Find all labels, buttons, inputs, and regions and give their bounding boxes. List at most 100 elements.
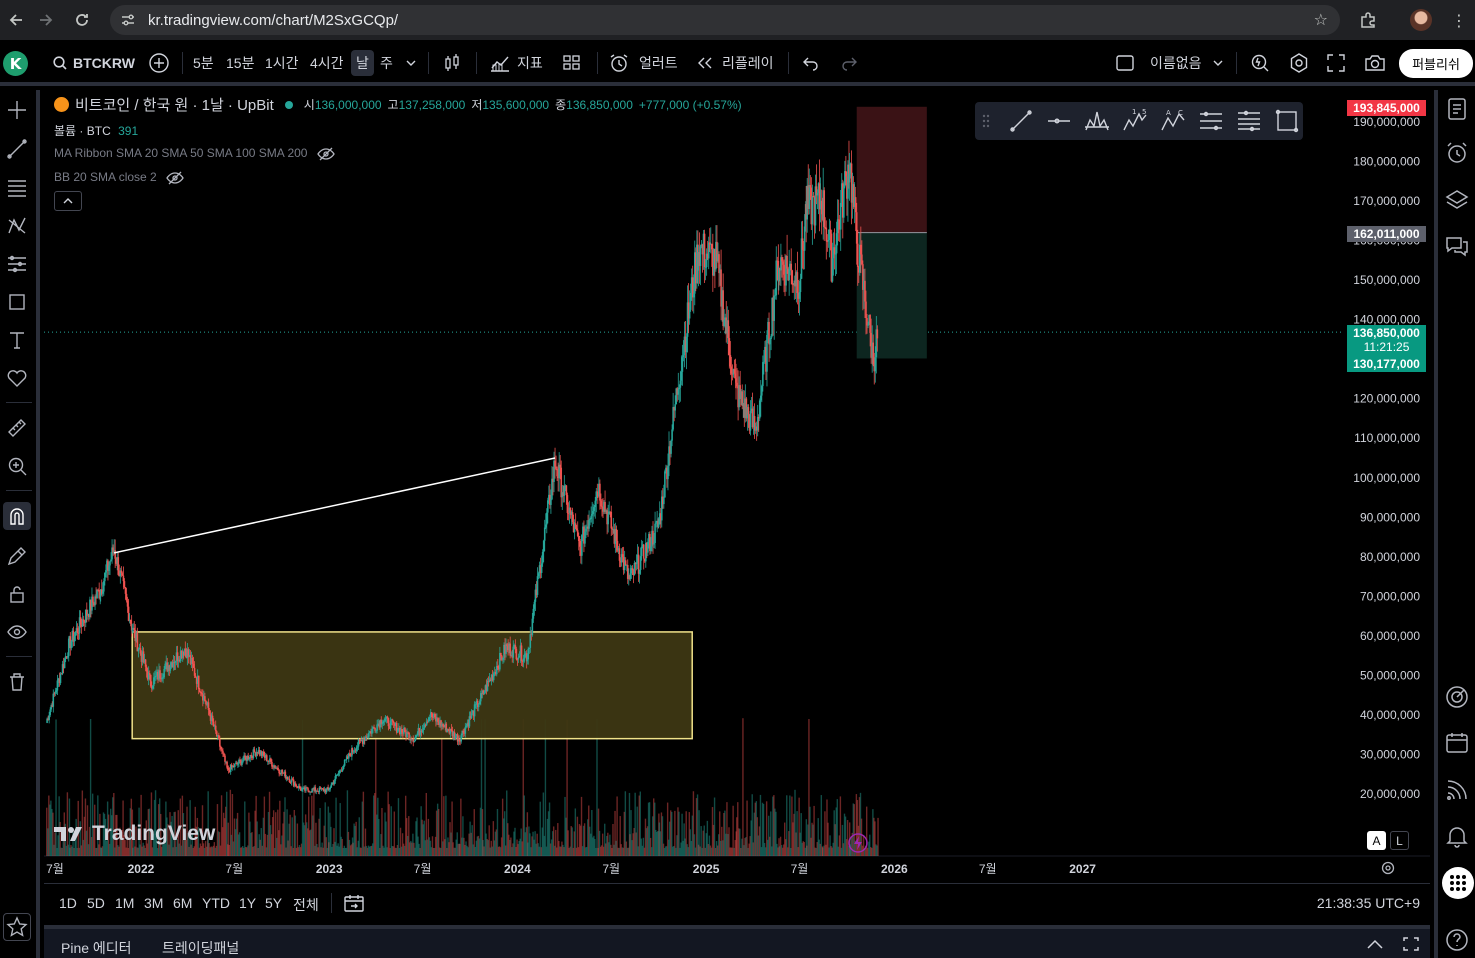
go-to-date-calendar-icon[interactable]	[343, 893, 365, 913]
symbol-legend[interactable]: 비트코인 / 한국 원 · 1날 · UpBit 시136,000,000 고1…	[54, 94, 742, 115]
range-1m[interactable]: 1M	[115, 895, 134, 911]
trash-icon[interactable]	[3, 668, 31, 696]
collapse-legend-chevron-up-icon[interactable]	[54, 191, 82, 211]
panel-maximize-icon[interactable]	[1402, 936, 1420, 952]
layers-icon[interactable]	[1444, 187, 1472, 215]
range-5y[interactable]: 5Y	[265, 895, 282, 911]
chat-icon[interactable]	[1444, 233, 1472, 261]
prediction-tools-icon[interactable]	[3, 250, 31, 278]
interval-1h[interactable]: 1시간	[265, 40, 299, 86]
trend-line-drawing[interactable]	[113, 457, 556, 554]
text-tool-icon[interactable]	[3, 326, 31, 354]
fib-retracement-icon[interactable]	[3, 174, 31, 202]
drag-handle-icon[interactable]	[981, 112, 991, 130]
lightning-icon[interactable]	[847, 832, 869, 854]
indicators-button[interactable]: 지표	[489, 40, 543, 86]
browser-menu-icon[interactable]: ⋮	[1445, 6, 1473, 34]
short-stop-zone[interactable]	[856, 106, 927, 233]
address-bar[interactable]: kr.tradingview.com/chart/M2SxGCQp/ ☆	[110, 5, 1340, 35]
bollinger-legend[interactable]: BB 20 SMA close 2	[54, 170, 184, 185]
replay-button[interactable]: 리플레이	[696, 40, 774, 86]
back-icon[interactable]	[2, 6, 30, 34]
head-shoulders-icon[interactable]	[1084, 108, 1110, 134]
short-target-zone[interactable]	[856, 232, 927, 359]
range-1d[interactable]: 1D	[59, 895, 77, 911]
interval-1d[interactable]: 날	[351, 50, 374, 76]
range-1y[interactable]: 1Y	[239, 895, 256, 911]
url-text[interactable]: kr.tradingview.com/chart/M2SxGCQp/	[148, 12, 398, 29]
target-icon[interactable]	[1444, 684, 1472, 712]
log-scale-button[interactable]: L	[1390, 831, 1409, 850]
range-ytd[interactable]: YTD	[202, 895, 230, 911]
profile-avatar[interactable]	[1410, 9, 1432, 31]
calendar-icon[interactable]	[1444, 730, 1472, 758]
rectangle-tool-icon[interactable]	[1274, 108, 1300, 134]
legend-title[interactable]: 비트코인 / 한국 원 · 1날 · UpBit	[75, 94, 274, 115]
forward-icon[interactable]	[32, 6, 60, 34]
range-all[interactable]: 전체	[293, 895, 319, 915]
symbol-search[interactable]: BTCKRW	[52, 40, 135, 86]
zoom-in-icon[interactable]	[3, 452, 31, 480]
heart-icon[interactable]	[3, 364, 31, 392]
panel-chevron-up-icon[interactable]	[1366, 937, 1384, 951]
floating-drawing-toolbar[interactable]: 15 AC	[975, 102, 1303, 140]
settings-gear-icon[interactable]	[1288, 40, 1310, 86]
horizontal-ray-icon[interactable]	[1046, 108, 1072, 134]
layout-grid-icon[interactable]	[562, 40, 582, 86]
interval-5m[interactable]: 5분	[193, 40, 214, 86]
fib-channel-icon[interactable]	[1236, 108, 1262, 134]
ma-ribbon-legend[interactable]: MA Ribbon SMA 20 SMA 50 SMA 100 SMA 200	[54, 146, 335, 161]
watchlist-icon[interactable]	[1444, 96, 1472, 124]
range-5d[interactable]: 5D	[87, 895, 105, 911]
site-settings-icon[interactable]	[120, 12, 136, 28]
help-question-icon[interactable]	[1444, 927, 1472, 955]
user-avatar[interactable]: K	[3, 51, 28, 76]
volume-legend[interactable]: 볼륨 · BTC 391	[54, 122, 138, 139]
alerts-clock-icon[interactable]	[1444, 140, 1472, 168]
undo-icon[interactable]	[802, 40, 820, 86]
hidden-eye-icon[interactable]	[166, 171, 184, 185]
shapes-icon[interactable]	[3, 288, 31, 316]
range-3m[interactable]: 3M	[144, 895, 163, 911]
clock-timezone[interactable]: 21:38:35 UTC+9	[1317, 895, 1420, 911]
publish-button[interactable]: 퍼블리쉬	[1399, 49, 1473, 78]
layout-button[interactable]: 이름없음	[1115, 40, 1224, 86]
abc-pattern-icon[interactable]: AC	[1160, 108, 1186, 134]
interval-dropdown-chevron-icon[interactable]	[405, 40, 417, 86]
chart-pane[interactable]: 190,000,000 180,000,000 170,000,000 1 60,000…	[44, 90, 1430, 883]
quick-search-icon[interactable]	[1249, 40, 1271, 86]
redo-icon[interactable]	[840, 40, 858, 86]
crosshair-icon[interactable]	[3, 96, 31, 124]
highlight-rectangle[interactable]	[131, 631, 693, 740]
fullscreen-icon[interactable]	[1326, 40, 1346, 86]
extensions-icon[interactable]	[1354, 6, 1382, 34]
interval-1w[interactable]: 주	[380, 40, 393, 86]
screenshot-camera-icon[interactable]	[1364, 40, 1386, 86]
bookmark-star-icon[interactable]: ☆	[1314, 10, 1328, 29]
interval-15m[interactable]: 15분	[226, 40, 254, 86]
elliott-wave-icon[interactable]: 15	[1122, 108, 1148, 134]
reload-icon[interactable]	[68, 6, 96, 34]
line-tool-icon[interactable]	[1008, 108, 1034, 134]
apps-grid-icon[interactable]	[1442, 867, 1474, 899]
notifications-bell-icon[interactable]	[1444, 823, 1472, 851]
tab-trading-panel[interactable]: 트레이딩패널	[162, 938, 239, 958]
candle-type-icon[interactable]	[442, 40, 462, 86]
parallel-channel-icon[interactable]	[1198, 108, 1224, 134]
drawing-mode-icon[interactable]	[3, 542, 31, 570]
pattern-icon[interactable]	[3, 212, 31, 240]
tab-pine-editor[interactable]: Pine 에디터	[61, 938, 132, 958]
magnet-icon[interactable]	[3, 502, 31, 530]
auto-scale-button[interactable]: A	[1367, 831, 1386, 850]
news-feed-icon[interactable]	[1444, 777, 1472, 805]
ruler-icon[interactable]	[3, 414, 31, 442]
trend-line-icon[interactable]	[3, 135, 31, 163]
lock-icon[interactable]	[3, 580, 31, 608]
compare-add-button[interactable]	[148, 40, 170, 86]
range-6m[interactable]: 6M	[173, 895, 192, 911]
hidden-eye-icon[interactable]	[317, 147, 335, 161]
price-chart[interactable]: 190,000,000 180,000,000 170,000,000 1 60,000…	[44, 90, 1430, 883]
alert-button[interactable]: 얼러트	[608, 40, 678, 86]
tradingview-logo[interactable]: TradingView	[54, 822, 215, 846]
watchlist-star-icon[interactable]	[3, 913, 31, 941]
